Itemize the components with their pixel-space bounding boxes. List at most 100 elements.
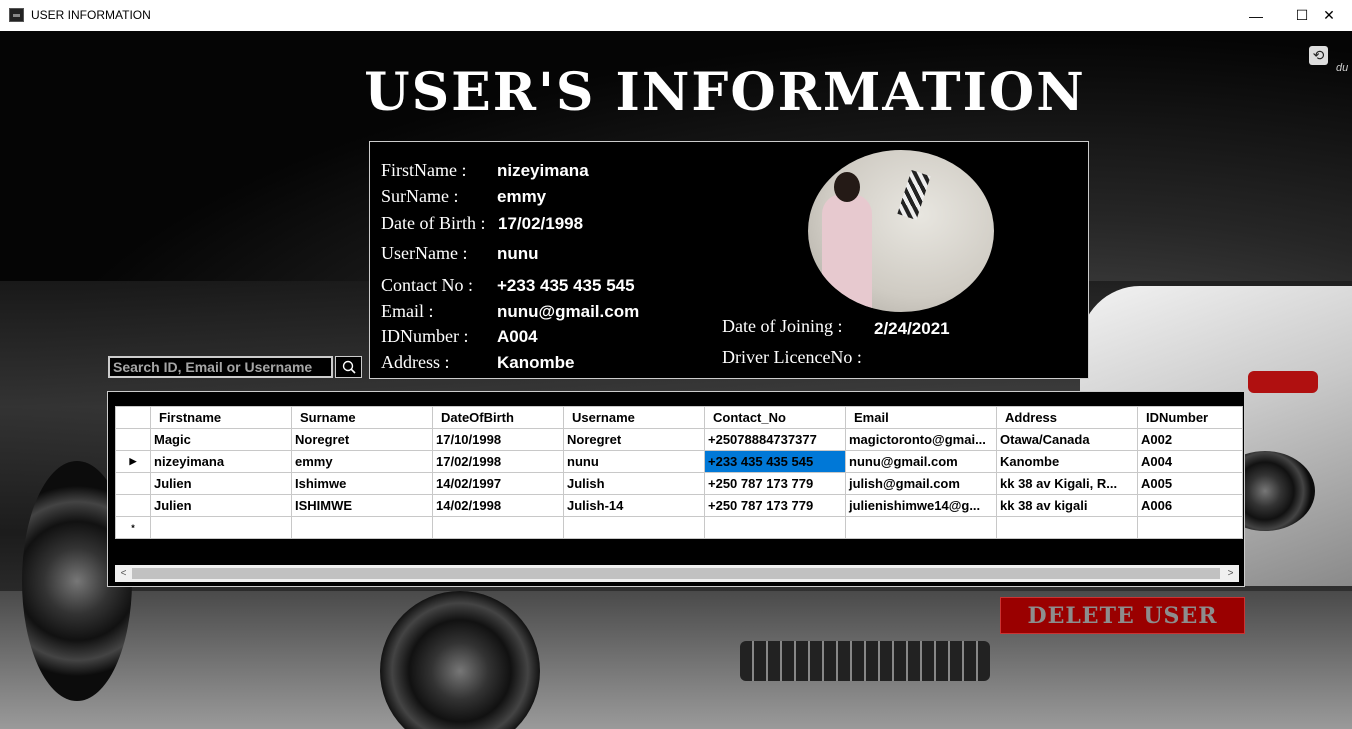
scroll-left-button[interactable]: < [115,565,132,582]
table-cell[interactable]: emmy [291,450,433,473]
car-grille [740,641,990,681]
table-cell[interactable]: Ishimwe [291,472,433,495]
column-header[interactable]: Firstname [150,406,292,429]
row-header[interactable] [115,494,151,517]
email-value: nunu@gmail.com [497,302,640,321]
person-figure [822,194,872,312]
new-row[interactable]: * [115,516,1243,539]
licence-label: Driver LicenceNo : [722,347,862,367]
table-cell[interactable]: 14/02/1997 [432,472,564,495]
wall-decoration [897,170,931,220]
table-cell[interactable]: Julien [150,472,292,495]
current-row-indicator[interactable]: ▶ [115,450,151,473]
contact-value: +233 435 435 545 [497,276,635,295]
table-cell[interactable]: A004 [1137,450,1243,473]
table-cell[interactable]: 14/02/1998 [432,494,564,517]
search-field[interactable] [108,356,333,378]
table-cell[interactable]: A002 [1137,428,1243,451]
column-header[interactable]: DateOfBirth [432,406,564,429]
row-header[interactable] [115,472,151,495]
idnumber-label: IDNumber : [381,326,469,346]
table-cell[interactable] [704,516,846,539]
table-cell[interactable]: Otawa/Canada [996,428,1138,451]
table-row[interactable]: Julien ISHIMWE 14/02/1998 Julish-14 +250… [115,494,1243,517]
email-label: Email : [381,301,434,321]
surname-label: SurName : [381,186,459,206]
delete-user-button[interactable]: DELETE USER [1000,597,1245,634]
column-header[interactable]: Contact_No [704,406,846,429]
table-cell[interactable]: Julish [563,472,705,495]
idnumber-value: A004 [497,327,538,346]
firstname-label: FirstName : [381,160,467,180]
table-cell[interactable]: +250 787 173 779 [704,472,846,495]
corner-text: du [1336,62,1349,74]
table-cell[interactable]: magictoronto@gmai... [845,428,997,451]
new-row-marker[interactable]: * [115,516,151,539]
scroll-right-button[interactable]: > [1222,565,1239,582]
app-icon [9,8,24,22]
dob-value: 17/02/1998 [498,214,584,233]
tail-light [1248,371,1318,393]
table-cell[interactable] [1137,516,1243,539]
joining-label: Date of Joining : [722,316,843,336]
table-cell[interactable]: +250 787 173 779 [704,494,846,517]
table-cell[interactable]: nunu@gmail.com [845,450,997,473]
horizontal-scrollbar[interactable]: < > [115,565,1239,582]
address-label: Address : [381,352,450,372]
table-cell[interactable]: julienishimwe14@g... [845,494,997,517]
username-label: UserName : [381,243,468,263]
table-cell[interactable]: julish@gmail.com [845,472,997,495]
users-table: Firstname Surname DateOfBirth Username C… [115,406,1243,539]
close-button[interactable]: ✕ [1306,0,1352,31]
selected-cell[interactable]: +233 435 435 545 [704,450,846,473]
user-info-panel: FirstName : nizeyimana SurName : emmy Da… [369,141,1089,379]
table-cell[interactable]: nunu [563,450,705,473]
table-row-current[interactable]: ▶ nizeyimana emmy 17/02/1998 nunu +233 4… [115,450,1243,473]
table-cell[interactable]: Julien [150,494,292,517]
table-cell[interactable] [996,516,1138,539]
column-header[interactable]: IDNumber [1137,406,1243,429]
table-cell[interactable]: Kanombe [996,450,1138,473]
column-header[interactable]: Surname [291,406,433,429]
search-input[interactable] [110,358,331,376]
scrollbar-thumb[interactable] [132,568,1220,579]
title-bar: USER INFORMATION — ☐ ✕ [0,0,1352,32]
profile-photo [808,150,994,312]
page-title: USER'S INFORMATION [364,62,1086,123]
table-cell[interactable]: A005 [1137,472,1243,495]
table-cell[interactable]: +25078884737377 [704,428,846,451]
table-cell[interactable]: nizeyimana [150,450,292,473]
firstname-value: nizeyimana [497,161,589,180]
contact-label: Contact No : [381,275,473,295]
column-header[interactable]: Email [845,406,997,429]
column-header[interactable]: Address [996,406,1138,429]
table-row[interactable]: Magic Noregret 17/10/1998 Noregret +2507… [115,428,1243,451]
table-cell[interactable]: 17/02/1998 [432,450,564,473]
table-cell[interactable]: kk 38 av Kigali, R... [996,472,1138,495]
table-cell[interactable]: Noregret [291,428,433,451]
table-cell[interactable] [291,516,433,539]
search-button[interactable] [335,356,362,378]
table-cell[interactable] [432,516,564,539]
table-cell[interactable] [845,516,997,539]
joining-value: 2/24/2021 [874,319,950,338]
table-cell[interactable]: ISHIMWE [291,494,433,517]
row-header-corner [115,406,151,429]
row-header[interactable] [115,428,151,451]
table-cell[interactable]: 17/10/1998 [432,428,564,451]
users-datagrid[interactable]: Firstname Surname DateOfBirth Username C… [107,391,1245,587]
refresh-icon[interactable]: ⟲ [1309,46,1328,65]
column-header[interactable]: Username [563,406,705,429]
minimize-button[interactable]: — [1233,0,1279,31]
table-cell[interactable]: Julish-14 [563,494,705,517]
address-value: Kanombe [497,353,575,372]
table-cell[interactable]: Noregret [563,428,705,451]
table-cell[interactable] [563,516,705,539]
table-cell[interactable]: Magic [150,428,292,451]
table-row[interactable]: Julien Ishimwe 14/02/1997 Julish +250 78… [115,472,1243,495]
username-value: nunu [497,244,539,263]
window-title: USER INFORMATION [31,8,151,22]
table-cell[interactable]: A006 [1137,494,1243,517]
table-cell[interactable]: kk 38 av kigali [996,494,1138,517]
table-cell[interactable] [150,516,292,539]
